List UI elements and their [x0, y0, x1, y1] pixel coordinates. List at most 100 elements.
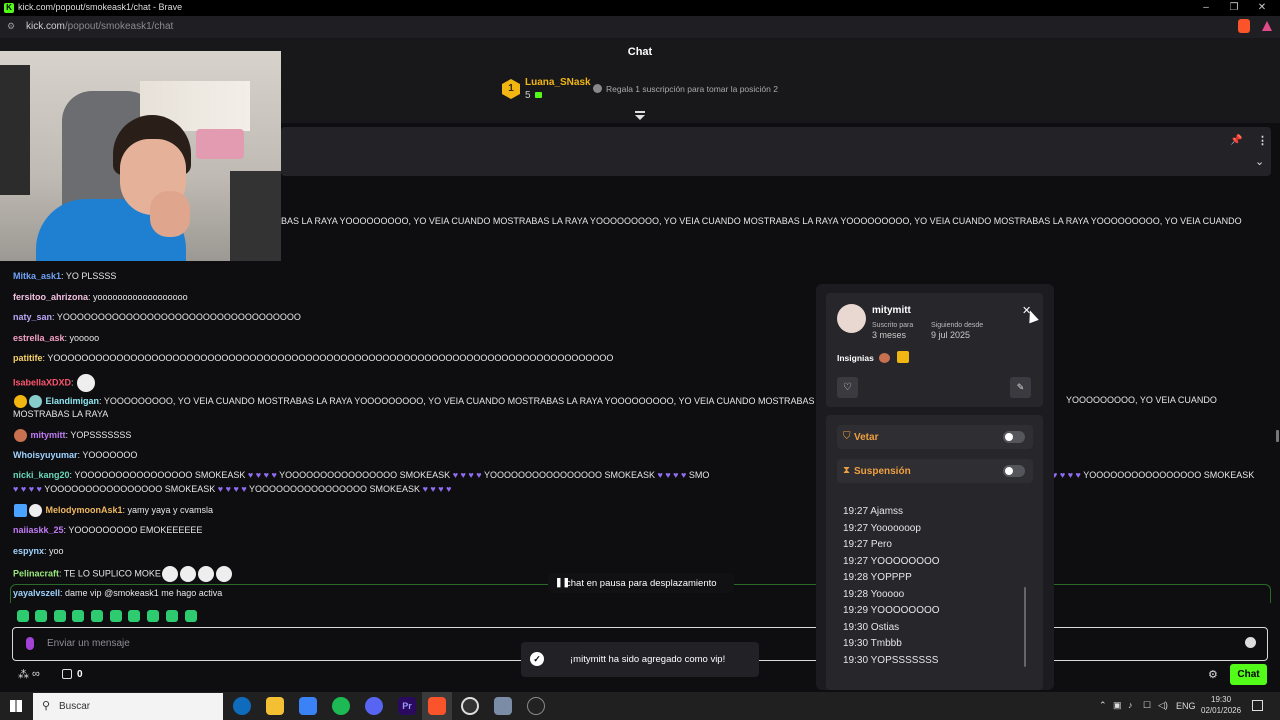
crown-badge-icon — [897, 351, 909, 363]
sub-badge-icon — [29, 504, 42, 517]
emoji-picker-icon[interactable] — [1245, 637, 1256, 648]
points-icon[interactable] — [62, 669, 72, 679]
ban-toggle[interactable] — [1003, 431, 1025, 443]
pin-icon[interactable]: 📌 — [1230, 135, 1242, 146]
gift-icon — [535, 92, 542, 98]
close-window-icon[interactable]: ✕ — [1252, 1, 1272, 15]
log-entry: 19:30 YOPSSSSSSS — [843, 655, 939, 666]
quick-emote-icon[interactable] — [166, 610, 178, 622]
clock-date[interactable]: 02/01/2026 — [1201, 706, 1241, 715]
windows-start-icon[interactable] — [10, 700, 22, 712]
avatar — [837, 304, 866, 333]
log-scrollbar[interactable] — [1024, 587, 1026, 667]
chat-message: Mitka_ask1: YO PLSSSS — [13, 271, 117, 281]
search-placeholder: Buscar — [59, 701, 91, 712]
obs-icon[interactable] — [461, 697, 479, 715]
mute-user-icon[interactable]: ✎ — [1010, 377, 1031, 398]
spotify-icon[interactable] — [332, 697, 350, 715]
brave-rewards-icon[interactable] — [1262, 21, 1272, 31]
sub-value: 3 meses — [872, 330, 907, 340]
premiere-icon[interactable]: Pr — [398, 697, 416, 715]
arrow-app-icon[interactable] — [527, 697, 545, 715]
quick-emote-icon[interactable] — [128, 610, 140, 622]
tray-mic-icon[interactable]: ♪ — [1128, 700, 1133, 710]
webcam-monitor — [0, 65, 30, 195]
chat-message: nicki_kang20: YOOOOOOOOOOOOOOOO SMOKEASK… — [13, 470, 710, 480]
rank-badge-icon: 1 — [502, 79, 520, 99]
quick-emote-icon[interactable] — [185, 610, 197, 622]
clock-time[interactable]: 19:30 — [1211, 695, 1231, 704]
restore-icon[interactable]: ❐ — [1224, 1, 1244, 15]
sub-badge-icon — [879, 353, 890, 363]
toast-text: ¡mitymitt ha sido agregado como vip! — [570, 654, 726, 665]
tray-network-icon[interactable]: ☐ — [1143, 700, 1151, 711]
tray-app-icon[interactable]: ▣ — [1113, 700, 1122, 711]
chat-message: Whoisyuyumar: YOOOOOOO — [13, 450, 138, 460]
tray-chevron-icon[interactable]: ⌃ — [1099, 700, 1107, 711]
chat-message: IsabellaXDXD: — [13, 374, 96, 392]
language-indicator[interactable]: ENG — [1176, 701, 1196, 711]
log-entry: 19:27 YOOOOOOOO — [843, 556, 940, 567]
minimize-icon[interactable]: – — [1196, 1, 1216, 15]
sub-badge-icon — [29, 395, 42, 408]
quick-emote-icon[interactable] — [110, 610, 122, 622]
site-settings-icon[interactable]: ⚙ — [7, 21, 15, 32]
edge-icon[interactable] — [233, 697, 251, 715]
chat-paused-indicator[interactable]: ❚❚ chat en pausa para desplazamiento — [548, 573, 734, 593]
leaderboard-cta[interactable]: Regala 1 suscripción para tomar la posic… — [606, 84, 778, 94]
chat-message-wrap: MOSTRABAS LA RAYA — [13, 409, 109, 419]
chat-message: espynx: yoo — [13, 546, 64, 556]
quick-emote-icon[interactable] — [17, 610, 29, 622]
page-scrollbar[interactable] — [1276, 430, 1279, 442]
emote-icon — [215, 566, 232, 582]
vip-toast: ✓ ¡mitymitt ha sido agregado como vip! — [521, 642, 759, 677]
chat-message-fragment: YOOOOOOOOO, YO VEIA CUANDO — [1066, 395, 1217, 405]
leaderboard-user[interactable]: Luana_SNask — [525, 77, 591, 88]
more-options-icon[interactable]: ⋮ — [1257, 134, 1268, 147]
quick-emote-icon[interactable] — [91, 610, 103, 622]
quick-emote-icon[interactable] — [35, 610, 47, 622]
store-icon[interactable] — [299, 697, 317, 715]
taskbar-search[interactable]: ⚲ Buscar — [33, 693, 223, 720]
quick-emote-icon[interactable] — [147, 610, 159, 622]
gift-leaderboard: 1 Luana_SNask 5 Regala 1 suscripción par… — [281, 67, 1280, 123]
chat-message: Pelinacraft: TE LO SUPLICO MOKE — [13, 566, 233, 582]
hourglass-icon: ⧗ — [843, 465, 851, 476]
sub-badge-icon — [14, 429, 27, 442]
discord-icon[interactable] — [365, 697, 383, 715]
follow-label: Siguiendo desde — [931, 322, 984, 329]
log-entry: 19:27 Ajamss — [843, 506, 904, 517]
community-icon[interactable]: ⁂ — [18, 668, 29, 681]
expand-leaderboard-icon[interactable] — [635, 115, 645, 120]
send-chat-button[interactable]: Chat — [1230, 664, 1267, 685]
chat-message: patitife: YOOOOOOOOOOOOOOOOOOOOOOOOOOOOO… — [13, 353, 614, 363]
ban-label: Vetar — [854, 432, 879, 443]
emote-icon — [77, 374, 96, 392]
notifications-icon[interactable] — [1252, 700, 1263, 711]
address-bar[interactable]: ⚙ kick.com/popout/smokeask1/chat — [0, 16, 1280, 39]
log-entry: 19:30 Ostias — [843, 622, 900, 633]
kick-logo-icon: K — [4, 3, 14, 13]
chat-message: Elandimigan: YOOOOOOOOO, YO VEIA CUANDO … — [13, 395, 853, 408]
quick-emote-icon[interactable] — [72, 610, 84, 622]
url-text[interactable]: kick.com/popout/smokeask1/chat — [26, 21, 173, 32]
chevron-down-icon[interactable]: ⌄ — [1255, 155, 1264, 168]
heart-follow-icon[interactable]: ♡ — [837, 377, 858, 398]
brave-icon[interactable] — [428, 697, 446, 715]
brave-shield-icon[interactable] — [1238, 19, 1250, 33]
file-explorer-icon[interactable] — [266, 697, 284, 715]
quick-emote-icon[interactable] — [54, 610, 66, 622]
follow-value: 9 jul 2025 — [931, 330, 971, 340]
timeout-toggle[interactable] — [1003, 465, 1025, 477]
microphone-icon[interactable] — [26, 637, 34, 650]
app-icon[interactable] — [494, 697, 512, 715]
expand-bar-1 — [635, 111, 645, 113]
log-entry: 19:28 Yooooo — [843, 589, 905, 600]
card-username[interactable]: mitymitt — [872, 305, 911, 316]
person-hand — [150, 191, 190, 237]
log-entry: 19:27 Yooooooop — [843, 523, 921, 534]
infinity-icon[interactable]: ∞ — [32, 668, 40, 680]
tray-volume-icon[interactable]: ◁) — [1158, 700, 1168, 711]
chat-message-fragment: BAS LA RAYA YOOOOOOOOO, YO VEIA CUANDO M… — [281, 216, 1242, 226]
settings-gear-icon[interactable]: ⚙ — [1208, 668, 1218, 681]
